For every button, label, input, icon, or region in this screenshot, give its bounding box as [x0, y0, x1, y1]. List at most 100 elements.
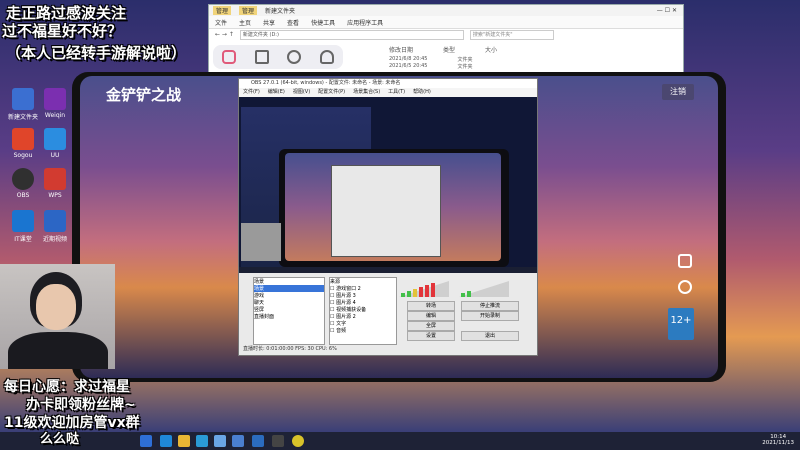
source-item[interactable]: ☐ 文字: [330, 320, 396, 327]
scenes-dock: 场景 场景 游戏 聊天 竖屏 直播封面: [253, 277, 325, 345]
app-icon[interactable]: [292, 435, 304, 447]
overlay-bottom-1: 每日心愿：求过福星: [4, 379, 130, 395]
folder-icon: [12, 88, 34, 110]
desktop-icon-wps[interactable]: WPS: [38, 168, 72, 199]
explorer-manage-tab-1[interactable]: 管理: [213, 6, 232, 15]
desktop-icon-it[interactable]: IT课堂: [6, 210, 40, 243]
ribbon-tab-view[interactable]: 查看: [287, 18, 299, 27]
age-rating-badge: 12+: [668, 308, 694, 340]
transition-button[interactable]: 转场: [407, 301, 455, 311]
explorer-title: 新建文件夹: [265, 8, 296, 15]
obs-menu-tools[interactable]: 工具(T): [388, 88, 405, 97]
capture-toolbar: [213, 45, 343, 69]
preview-webcam: [241, 223, 281, 261]
source-item[interactable]: ☐ 图片源 2: [330, 313, 396, 320]
explorer-ribbon: 文件 主页 共享 查看 快捷工具 应用程序工具: [209, 16, 683, 29]
audio-mixer-2[interactable]: [459, 279, 515, 299]
address-bar[interactable]: 新建文件夹 (D:): [239, 29, 464, 40]
headset-icon[interactable]: [319, 50, 334, 64]
desktop-icon-app[interactable]: Weiqin: [38, 88, 72, 119]
obs-menu-profile[interactable]: 配置文件(P): [318, 88, 345, 97]
it-icon: [12, 210, 34, 232]
ribbon-tab-apptools[interactable]: 应用程序工具: [347, 18, 383, 27]
start-icon[interactable]: [140, 435, 152, 447]
edit-button[interactable]: 编辑: [407, 311, 455, 321]
app-icon[interactable]: [252, 435, 264, 447]
source-item[interactable]: ☐ 图片源 4: [330, 299, 396, 306]
nav-arrows-icon[interactable]: ← → ↑: [215, 31, 234, 38]
scene-item[interactable]: 直播封面: [254, 313, 324, 320]
ribbon-tab-file[interactable]: 文件: [215, 18, 227, 27]
screen-icon[interactable]: [222, 50, 237, 64]
system-clock[interactable]: 10:14 2021/11/13: [762, 434, 794, 446]
obs-menu-help[interactable]: 帮助(H): [413, 88, 431, 97]
pen-icon[interactable]: [254, 50, 269, 64]
volume-meter-icon: [459, 281, 509, 297]
scene-item[interactable]: 场景: [254, 285, 324, 292]
overlay-line-2: 过不福星好不好？: [2, 22, 123, 40]
obs-menu-file[interactable]: 文件(F): [243, 88, 260, 97]
obs-preview[interactable]: [239, 97, 537, 273]
preview-nested-obs: [331, 165, 441, 257]
obs-icon[interactable]: [272, 435, 284, 447]
tools-icon[interactable]: [678, 254, 692, 268]
explorer-manage-tab-2[interactable]: 管理: [239, 6, 258, 15]
folder-icon[interactable]: [178, 435, 190, 447]
video-icon: [44, 210, 66, 232]
obs-menubar: 文件(F) 编辑(E) 视图(V) 配置文件(P) 场景集合(S) 工具(T) …: [239, 88, 537, 97]
fullscreen-button[interactable]: 全屏: [407, 321, 455, 331]
audio-mixer[interactable]: [399, 279, 455, 299]
ribbon-tab-home[interactable]: 主页: [239, 18, 251, 27]
desktop-icon-uu[interactable]: UU: [38, 128, 72, 159]
scene-item[interactable]: 竖屏: [254, 306, 324, 313]
scene-item[interactable]: 游戏: [254, 292, 324, 299]
wps-icon: [44, 168, 66, 190]
store-icon[interactable]: [196, 435, 208, 447]
window-controls[interactable]: — ☐ ✕: [657, 7, 677, 14]
camera-icon[interactable]: [287, 50, 302, 64]
table-row[interactable]: 2021/6/5 20:45 文件夹: [389, 63, 472, 70]
ribbon-tab-tools[interactable]: 快捷工具: [311, 18, 335, 27]
settings-icon[interactable]: [678, 280, 692, 294]
desktop-icon-folder[interactable]: 新建文件夹: [6, 88, 40, 121]
explorer-titlebar: 管理 管理 新建文件夹 — ☐ ✕: [209, 5, 683, 16]
ribbon-tab-share[interactable]: 共享: [263, 18, 275, 27]
table-row[interactable]: 2021/6/8 20:45 文件夹: [389, 56, 472, 63]
obs-icon: [12, 168, 34, 190]
scene-item[interactable]: 聊天: [254, 299, 324, 306]
settings-button[interactable]: 设置: [407, 331, 455, 341]
app-icon[interactable]: [214, 435, 226, 447]
obs-menu-edit[interactable]: 编辑(E): [268, 88, 285, 97]
taskbar: 10:14 2021/11/13: [0, 432, 800, 450]
col-size[interactable]: 大小: [485, 45, 497, 54]
stop-stream-button[interactable]: 停止推流: [461, 301, 519, 311]
exit-button[interactable]: 退出: [461, 331, 519, 341]
obs-menu-view[interactable]: 视图(V): [293, 88, 310, 97]
desktop-icon-video[interactable]: 近期视频: [38, 210, 72, 243]
logout-button[interactable]: 注销: [662, 84, 694, 100]
overlay-bottom-2: 办卡即领粉丝牌~: [26, 397, 136, 413]
edge-icon[interactable]: [160, 435, 172, 447]
app-icon[interactable]: [232, 435, 244, 447]
source-item[interactable]: ☐ 音频: [330, 327, 396, 334]
explorer-address-row: ← → ↑ 新建文件夹 (D:) 搜索"新建文件夹": [209, 29, 683, 40]
col-date[interactable]: 修改日期: [389, 45, 413, 54]
streamer-body: [8, 332, 108, 369]
col-type[interactable]: 类型: [443, 45, 455, 54]
obs-title: OBS 27.0.1 (64-bit, windows) - 配置文件: 未命名…: [239, 79, 537, 88]
game-logo: 金铲铲之战: [106, 86, 182, 104]
source-item[interactable]: ☐ 视频捕获设备: [330, 306, 396, 313]
start-record-button[interactable]: 开始录制: [461, 311, 519, 321]
desktop-icon-obs[interactable]: OBS: [6, 168, 40, 199]
obs-status-bar: 直播时长: 0:01:00:00 FPS: 30 CPU: 6%: [243, 346, 337, 352]
sources-label: 来源: [330, 279, 341, 285]
source-item[interactable]: ☐ 游戏窗口 2: [330, 285, 396, 292]
sogou-icon: [12, 128, 34, 150]
webcam-feed: [0, 264, 115, 369]
explorer-search-input[interactable]: 搜索"新建文件夹": [469, 29, 554, 40]
streamer-face: [36, 284, 76, 330]
overlay-bottom-4: 么么哒: [40, 432, 80, 447]
source-item[interactable]: ☐ 图片源 3: [330, 292, 396, 299]
obs-menu-scene[interactable]: 场景集合(S): [353, 88, 380, 97]
desktop-icon-sogou[interactable]: Sogou: [6, 128, 40, 159]
